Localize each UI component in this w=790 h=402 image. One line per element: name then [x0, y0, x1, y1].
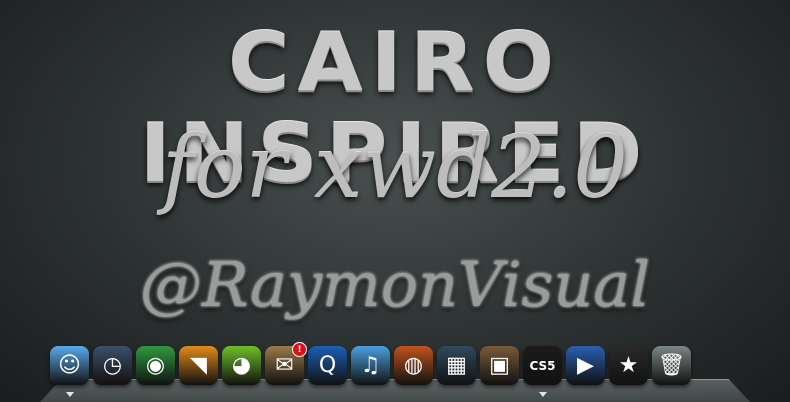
running-indicator: [65, 392, 74, 397]
photos-icon[interactable]: ▣: [480, 346, 519, 385]
banner-author: @RaymonVisual: [139, 248, 651, 321]
imovie-star-icon[interactable]: ★: [609, 346, 648, 385]
dock-item-glyph: 🗑: [657, 353, 686, 378]
finder-icon[interactable]: ☺: [50, 346, 89, 397]
dock-item-glyph: ▶: [577, 353, 594, 378]
dock: ☺ ◷ ◉ ◥ ◕ ✉! Q ♫ ◍ ▦ ▣ CS5 ▶ ★ 🗑: [40, 338, 750, 402]
imovie-icon[interactable]: ▶: [566, 346, 605, 385]
banner-subtitle: for xwd2.0: [162, 118, 628, 218]
dock-item-glyph: ♫: [360, 353, 381, 378]
dock-item-glyph: ◕: [231, 353, 252, 378]
dock-item-glyph: ▦: [446, 353, 467, 378]
dock-item-glyph: ☺: [58, 353, 81, 378]
photoshop-cs5-icon[interactable]: CS5: [523, 346, 562, 397]
trash-icon[interactable]: 🗑: [652, 346, 691, 385]
dock-item-glyph: Q: [318, 353, 337, 378]
notification-badge: !: [292, 342, 307, 357]
dock-item-glyph: ✉: [275, 353, 294, 378]
adium-icon[interactable]: ◕: [222, 346, 261, 385]
banner: CAIRO INSPIRED for xwd2.0 @RaymonVisual: [0, 0, 790, 345]
quicktime-icon[interactable]: Q: [308, 346, 347, 385]
mail-icon[interactable]: ✉!: [265, 342, 307, 385]
time-machine-icon[interactable]: ◷: [93, 346, 132, 385]
dock-item-glyph: ◍: [403, 353, 424, 378]
dock-icons: ☺ ◷ ◉ ◥ ◕ ✉! Q ♫ ◍ ▦ ▣ CS5 ▶ ★ 🗑: [50, 342, 691, 397]
dock-item-glyph: ◥: [190, 353, 207, 378]
firefox-icon[interactable]: ◍: [394, 346, 433, 385]
rss-icon[interactable]: ◥: [179, 346, 218, 385]
dock-item-glyph: ▣: [489, 353, 510, 378]
dock-item-glyph: ◉: [145, 353, 166, 378]
itunes-icon[interactable]: ♫: [351, 346, 390, 385]
dock-item-glyph: ★: [618, 353, 639, 378]
dock-item-glyph: CS5: [529, 358, 556, 373]
running-indicator: [538, 392, 547, 397]
dashboard-icon[interactable]: ▦: [437, 346, 476, 385]
dock-item-glyph: ◷: [102, 353, 123, 378]
chrome-icon[interactable]: ◉: [136, 346, 175, 385]
